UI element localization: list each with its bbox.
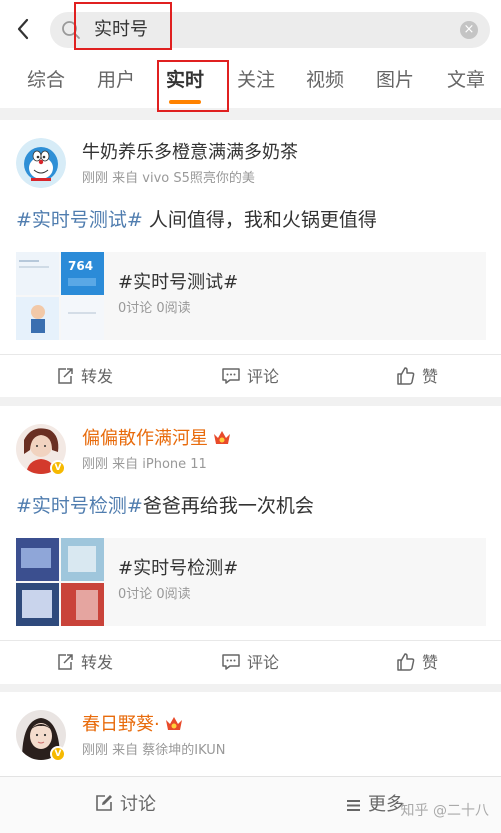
topic-thumbnail xyxy=(16,538,104,626)
bottom-bar: 讨论 更多 知乎 @二十八 xyxy=(0,776,501,833)
verified-badge-icon: V xyxy=(50,746,66,762)
username[interactable]: 偏偏散作满河星 xyxy=(82,426,232,452)
feed-post: 牛奶养乐多橙意满满多奶茶 刚刚 来自 vivo S5照亮你的美 #实时号测试# … xyxy=(0,120,501,397)
topic-stats: 0讨论 0阅读 xyxy=(118,301,191,316)
thumbs-up-icon xyxy=(397,367,415,385)
repost-icon xyxy=(58,654,73,670)
comment-icon xyxy=(222,368,240,384)
post-meta: 刚刚 来自 iPhone 11 xyxy=(82,457,207,472)
topic-thumbnail: 764 xyxy=(16,252,104,340)
like-button[interactable]: 赞 xyxy=(396,652,438,674)
topic-title: #实时号检测# xyxy=(118,558,239,579)
like-label: 赞 xyxy=(422,367,439,386)
more-label: 更多 xyxy=(368,794,404,815)
username-text: 偏偏散作满河星 xyxy=(82,428,208,449)
repost-icon xyxy=(58,368,73,384)
highlight-box-tab xyxy=(157,60,229,112)
comment-button[interactable]: 评论 xyxy=(221,366,279,388)
vip-crown-icon xyxy=(165,717,182,730)
comment-icon xyxy=(222,654,240,670)
tab-bar: 综合 用户 实时 关注 视频 图片 文章 xyxy=(0,58,501,106)
discuss-button[interactable]: 讨论 xyxy=(94,793,156,817)
thumb-number: 764 xyxy=(68,259,93,273)
menu-icon xyxy=(347,800,360,811)
post-text: 人间值得，我和火锅更值得 xyxy=(142,209,377,231)
repost-button[interactable]: 转发 xyxy=(55,366,113,388)
watermark: 知乎 @二十八 xyxy=(400,803,489,819)
top-bar: 实时号 × 综合 用户 实时 关注 视频 图片 文章 xyxy=(0,0,501,112)
topic-stats: 0讨论 0阅读 xyxy=(118,587,191,602)
post-meta: 刚刚 来自 蔡徐坤的IKUN xyxy=(82,743,226,758)
highlight-box-search xyxy=(74,2,172,50)
username[interactable]: 牛奶养乐多橙意满满多奶茶 xyxy=(82,140,298,166)
comment-label: 评论 xyxy=(247,653,280,672)
post-meta: 刚刚 来自 vivo S5照亮你的美 xyxy=(82,171,255,186)
like-label: 赞 xyxy=(422,653,439,672)
divider xyxy=(0,354,501,355)
username-text: 春日野葵· xyxy=(82,714,160,735)
repost-label: 转发 xyxy=(81,367,114,386)
tab-users[interactable]: 用户 xyxy=(97,66,135,94)
comment-label: 评论 xyxy=(247,367,280,386)
repost-button[interactable]: 转发 xyxy=(55,652,113,674)
divider xyxy=(0,640,501,641)
topic-title: #实时号测试# xyxy=(118,272,239,293)
repost-label: 转发 xyxy=(81,653,114,672)
tab-images[interactable]: 图片 xyxy=(376,66,414,94)
tab-videos[interactable]: 视频 xyxy=(306,66,344,94)
post-content: #实时号测试# 人间值得，我和火锅更值得 xyxy=(16,206,377,234)
more-button[interactable]: 更多 xyxy=(346,793,404,817)
vip-crown-icon xyxy=(214,431,230,444)
feed-post: V 偏偏散作满河星 刚刚 来自 iPhone 11 #实时号检测#爸爸再给我一次… xyxy=(0,406,501,684)
verified-badge-icon: V xyxy=(50,460,66,476)
topic-card[interactable]: 764 #实时号测试# 0讨论 0阅读 xyxy=(16,252,486,340)
feed-post: V 春日野葵· 刚刚 来自 蔡徐坤的IKUN xyxy=(0,692,501,776)
like-button[interactable]: 赞 xyxy=(396,366,438,388)
thumbs-up-icon xyxy=(397,653,415,671)
chevron-left-icon xyxy=(17,18,29,40)
doraemon-avatar-icon xyxy=(16,138,66,188)
post-text: 爸爸再给我一次机会 xyxy=(142,495,314,517)
back-button[interactable] xyxy=(12,14,36,44)
tab-comprehensive[interactable]: 综合 xyxy=(27,66,65,94)
comment-button[interactable]: 评论 xyxy=(221,652,279,674)
discuss-label: 讨论 xyxy=(120,794,156,815)
avatar[interactable] xyxy=(16,138,66,188)
topic-card[interactable]: #实时号检测# 0讨论 0阅读 xyxy=(16,538,486,626)
post-content: #实时号检测#爸爸再给我一次机会 xyxy=(16,492,314,520)
tab-following[interactable]: 关注 xyxy=(237,66,275,94)
hashtag-link[interactable]: #实时号检测# xyxy=(16,495,143,517)
username[interactable]: 春日野葵· xyxy=(82,712,184,738)
edit-icon xyxy=(96,795,112,811)
tab-articles[interactable]: 文章 xyxy=(447,66,485,94)
clear-icon[interactable]: × xyxy=(460,21,478,39)
hashtag-link[interactable]: #实时号测试# xyxy=(16,209,143,231)
